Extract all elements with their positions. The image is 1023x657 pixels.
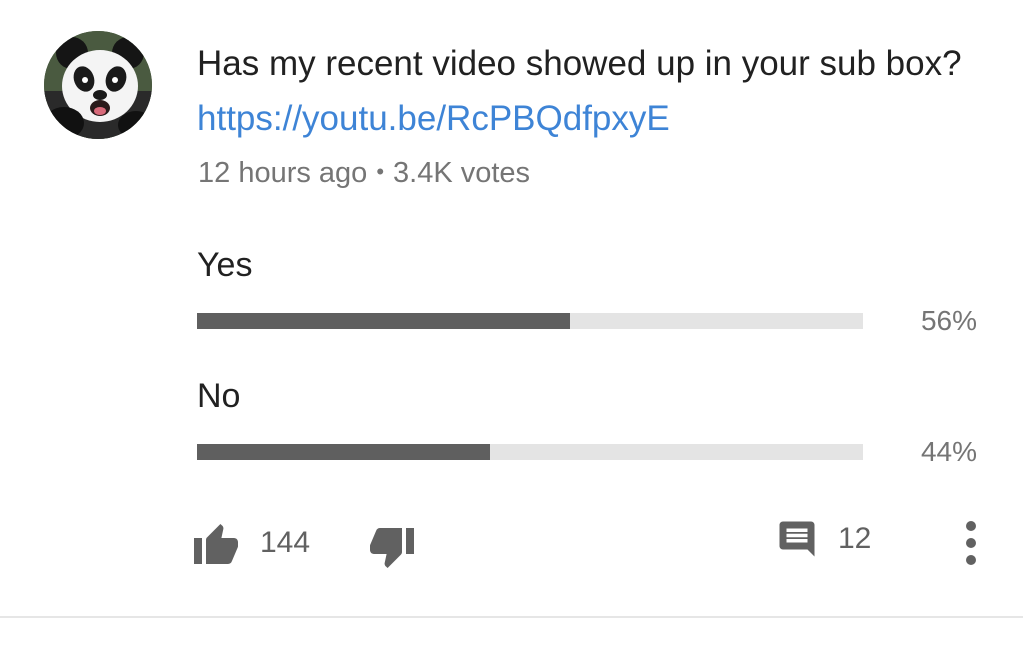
poll-percent: 44% bbox=[920, 436, 977, 467]
avatar[interactable] bbox=[44, 31, 152, 139]
poll-option-label: Yes bbox=[197, 246, 253, 284]
community-poll-post: Has my recent video showed up in your su… bbox=[0, 0, 1023, 657]
post-divider bbox=[0, 616, 1023, 618]
post-text: Has my recent video showed up in your su… bbox=[197, 36, 987, 146]
panda-avatar-image bbox=[44, 31, 152, 139]
comments-button[interactable]: 12 bbox=[776, 518, 871, 560]
poll-bar-track bbox=[197, 313, 863, 329]
poll-bar-fill bbox=[197, 444, 491, 460]
vote-count: 3.4K votes bbox=[393, 157, 531, 189]
more-vert-icon bbox=[966, 521, 976, 565]
video-link[interactable]: https://youtu.be/RcPBQdfpxyE bbox=[197, 99, 670, 138]
like-count: 144 bbox=[260, 526, 311, 559]
meta-separator: • bbox=[376, 159, 385, 184]
poll-percent: 56% bbox=[920, 305, 977, 336]
dislike-button[interactable] bbox=[366, 527, 414, 571]
comment-icon bbox=[779, 521, 815, 557]
poll-option-label: No bbox=[197, 377, 241, 415]
post-message: Has my recent video showed up in your su… bbox=[197, 44, 962, 83]
timestamp: 12 hours ago bbox=[198, 157, 368, 189]
like-button[interactable]: 144 bbox=[194, 522, 310, 564]
comment-count: 12 bbox=[838, 522, 872, 555]
thumbs-down-icon bbox=[370, 528, 414, 568]
thumbs-up-icon bbox=[194, 524, 238, 564]
post-meta: 12 hours ago • 3.4K votes bbox=[198, 152, 530, 193]
poll-bar-track bbox=[197, 444, 863, 460]
more-options-button[interactable] bbox=[962, 520, 980, 566]
poll-bar-fill bbox=[197, 313, 570, 329]
